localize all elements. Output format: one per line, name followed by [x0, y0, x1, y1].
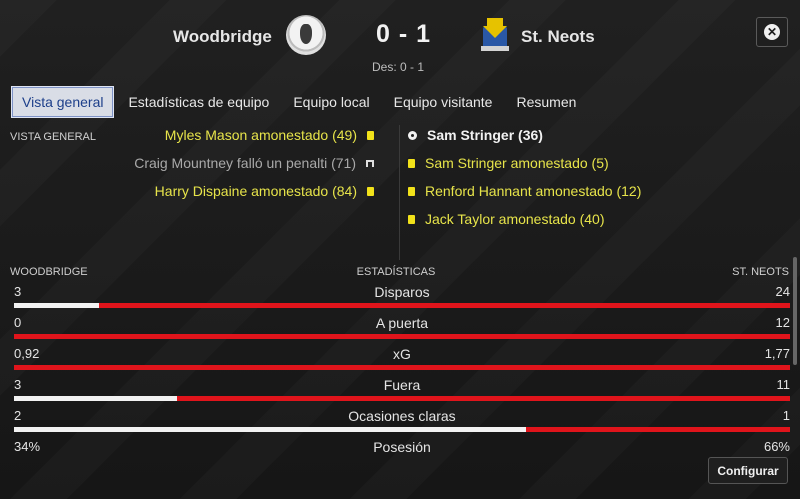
half-time-score: Des: 0 - 1 — [372, 60, 425, 74]
stat-bar — [14, 427, 790, 432]
away-event-text: Jack Taylor amonestado (40) — [425, 211, 605, 227]
stat-away-value: 24 — [775, 284, 790, 299]
tab-home-team[interactable]: Equipo local — [284, 87, 378, 117]
home-event-text: Myles Mason amonestado (49) — [164, 127, 357, 143]
home-event-text: Craig Mountney falló un penalti (71) — [134, 155, 356, 171]
stat-bar-home — [14, 427, 527, 432]
section-label: VISTA GENERAL — [10, 131, 96, 143]
events-divider — [399, 125, 400, 260]
stat-away-value: 11 — [776, 377, 791, 392]
stat-bar — [14, 365, 790, 370]
away-crest-icon — [477, 14, 513, 54]
away-event: Sam Stringer (36) — [408, 127, 543, 143]
stat-name: Posesión — [373, 439, 431, 455]
stat-bar — [14, 334, 790, 339]
home-crest-icon — [286, 15, 326, 55]
away-event-text: Renford Hannant amonestado (12) — [425, 183, 642, 199]
yellow-card-icon — [367, 130, 374, 140]
stat-away-value: 12 — [775, 315, 790, 330]
stats-center-header: ESTADÍSTICAS — [356, 266, 436, 278]
stat-name: Ocasiones claras — [348, 408, 456, 424]
stat-row: 2 Ocasiones claras 1 — [14, 408, 790, 438]
stat-away-value: 1,77 — [764, 346, 790, 361]
stat-away-value: 1 — [782, 408, 790, 423]
yellow-card-icon — [408, 214, 415, 224]
home-team-name: Woodbridge — [173, 27, 272, 46]
goal-ball-icon — [408, 130, 417, 140]
close-button[interactable]: ✕ — [756, 17, 788, 47]
stat-bar — [14, 396, 790, 401]
match-score: 0 - 1 — [376, 20, 432, 48]
yellow-card-icon — [408, 158, 415, 168]
away-event-text: Sam Stringer amonestado (5) — [425, 155, 609, 171]
yellow-card-icon — [408, 186, 415, 196]
away-event: Sam Stringer amonestado (5) — [408, 155, 609, 171]
tab-away-team[interactable]: Equipo visitante — [385, 87, 502, 117]
stat-row: 0,92 xG 1,77 — [14, 346, 790, 376]
missed-penalty-icon — [366, 159, 374, 167]
tab-bar: Vista general Estadísticas de equipo Equ… — [10, 86, 591, 118]
yellow-card-icon — [367, 186, 374, 196]
away-event: Jack Taylor amonestado (40) — [408, 211, 605, 227]
stat-bar-home — [14, 396, 177, 401]
scrollbar[interactable] — [793, 257, 797, 365]
stat-bar — [14, 303, 790, 308]
stat-row: 3 Disparos 24 — [14, 284, 790, 314]
stat-name: Disparos — [374, 284, 430, 300]
stat-row: 34% Posesión 66% — [14, 439, 790, 469]
home-event: Harry Dispaine amonestado (84) — [155, 183, 374, 199]
home-event: Myles Mason amonestado (49) — [165, 127, 374, 143]
stat-name: Fuera — [383, 377, 421, 393]
away-event: Renford Hannant amonestado (12) — [408, 183, 641, 199]
tab-team-stats[interactable]: Estadísticas de equipo — [119, 87, 278, 117]
stat-bar-home — [14, 303, 100, 308]
tab-summary[interactable]: Resumen — [507, 87, 585, 117]
tab-overview[interactable]: Vista general — [10, 86, 115, 118]
home-event-text: Harry Dispaine amonestado (84) — [154, 183, 357, 199]
stat-away-value: 66% — [763, 439, 790, 454]
stats-away-header: ST. NEOTS — [732, 266, 789, 278]
stat-name: A puerta — [375, 315, 429, 331]
configure-button[interactable]: Configurar — [708, 457, 788, 484]
away-team-name: St. Neots — [521, 27, 595, 46]
stat-name: xG — [393, 346, 411, 362]
away-event-text: Sam Stringer (36) — [427, 127, 543, 143]
home-event: Craig Mountney falló un penalti (71) — [134, 155, 374, 171]
stat-row: 0 A puerta 12 — [14, 315, 790, 345]
close-icon: ✕ — [764, 24, 780, 40]
stat-row: 3 Fuera 11 — [14, 377, 790, 407]
